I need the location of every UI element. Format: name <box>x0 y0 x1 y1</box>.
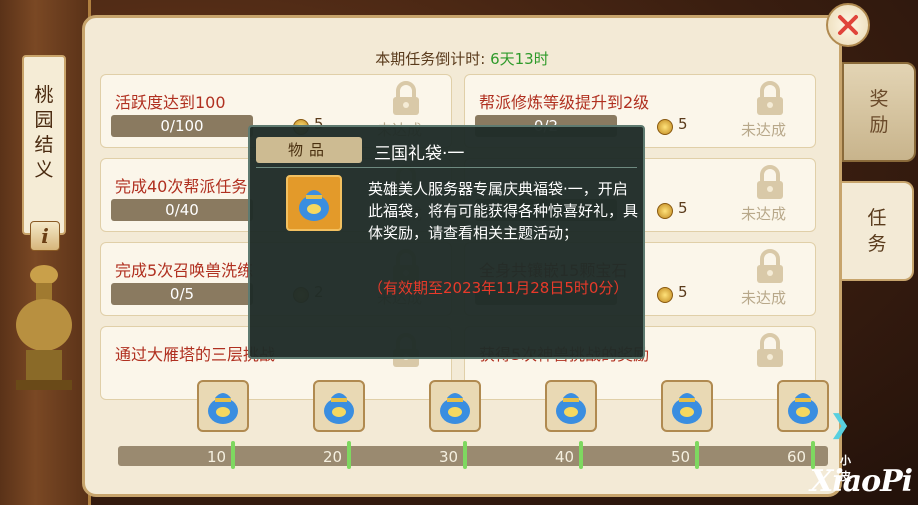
countdown: 本期任务倒计时: 6天13时 <box>85 48 839 69</box>
tab-tasks-char: 务 <box>867 233 887 255</box>
lucky-bag-icon <box>672 393 702 424</box>
event-title-char: 园 <box>34 109 54 131</box>
task-title: 完成40次帮派任务 <box>115 177 248 196</box>
item-category: 物品 <box>256 137 362 163</box>
task-title: 帮派修炼等级提升到2级 <box>479 93 650 112</box>
lucky-bag-icon <box>440 393 470 424</box>
milestone-tick <box>579 441 583 469</box>
lucky-bag-icon <box>556 393 586 424</box>
task-title: 活跃度达到100 <box>115 93 226 112</box>
milestone-gift-button[interactable] <box>545 380 597 432</box>
lock-icon <box>393 81 419 115</box>
task-progress-text: 0/40 <box>165 201 199 219</box>
milestone-tick <box>347 441 351 469</box>
lock-icon <box>757 81 783 115</box>
item-name: 三国礼袋·一 <box>374 144 465 164</box>
divider <box>256 167 637 168</box>
tab-rewards[interactable]: 奖 励 <box>842 62 916 162</box>
lucky-bag-icon <box>324 393 354 424</box>
event-title-char: 义 <box>34 159 54 181</box>
milestone-gift-button[interactable] <box>777 380 829 432</box>
item-icon-box <box>286 175 342 231</box>
tab-rewards-char: 奖 <box>869 88 889 110</box>
milestone-label: 20 <box>323 448 343 466</box>
info-button[interactable]: i <box>30 221 60 251</box>
task-progress-text: 0/5 <box>169 285 195 303</box>
lucky-bag-icon <box>788 393 818 424</box>
event-title-char: 桃 <box>34 84 54 106</box>
task-reward: 5 <box>678 115 688 133</box>
tab-tasks-char: 任 <box>867 207 887 229</box>
milestone-label: 30 <box>439 448 459 466</box>
lucky-bag-icon <box>299 190 329 221</box>
coin-icon <box>657 287 673 303</box>
task-status: 未达成 <box>741 289 787 307</box>
close-icon <box>838 15 858 35</box>
task-status: 未达成 <box>741 121 787 139</box>
event-title-char: 结 <box>34 134 54 156</box>
scroll-right-arrow-icon[interactable]: ❯ <box>829 410 851 440</box>
milestone-tick <box>231 441 235 469</box>
item-expiry: （有效期至2023年11月28日5时0分） <box>368 279 629 297</box>
milestone-label: 60 <box>787 448 807 466</box>
milestone-tick <box>695 441 699 469</box>
milestone-label: 40 <box>555 448 575 466</box>
watermark-big: XiaoPi <box>810 464 913 499</box>
task-progress-text: 0/100 <box>160 117 204 135</box>
milestone-gift-button[interactable] <box>661 380 713 432</box>
task-status: 未达成 <box>741 205 787 223</box>
tab-rewards-char: 励 <box>869 114 889 136</box>
bronze-urn-icon <box>16 265 72 390</box>
item-description: 英雄美人服务器专属庆典福袋·一，开启此福袋，将有可能获得各种惊喜好礼，具体奖励，… <box>368 180 639 242</box>
left-scroll-banner: 桃 园 结 义 i <box>0 0 91 505</box>
milestone-gift-button[interactable] <box>197 380 249 432</box>
milestone-gift-button[interactable] <box>429 380 481 432</box>
task-reward: 5 <box>678 199 688 217</box>
milestone-label: 50 <box>671 448 691 466</box>
countdown-value: 6天13时 <box>490 50 549 68</box>
lock-icon <box>757 333 783 367</box>
lock-icon <box>757 249 783 283</box>
item-tooltip: 物品 三国礼袋·一 英雄美人服务器专属庆典福袋·一，开启此福袋，将有可能获得各种… <box>248 125 645 359</box>
milestone-tick <box>463 441 467 469</box>
milestone-gift-button[interactable] <box>313 380 365 432</box>
lucky-bag-icon <box>208 393 238 424</box>
task-reward: 5 <box>678 283 688 301</box>
coin-icon <box>657 119 673 135</box>
task-title: 完成5次召唤兽洗练 <box>115 261 254 280</box>
event-title-band: 桃 园 结 义 <box>22 55 66 235</box>
milestone-label: 10 <box>207 448 227 466</box>
tab-tasks[interactable]: 任 务 <box>842 181 914 281</box>
countdown-label: 本期任务倒计时: <box>375 50 486 68</box>
lock-icon <box>757 165 783 199</box>
close-button[interactable] <box>826 3 870 47</box>
coin-icon <box>657 203 673 219</box>
